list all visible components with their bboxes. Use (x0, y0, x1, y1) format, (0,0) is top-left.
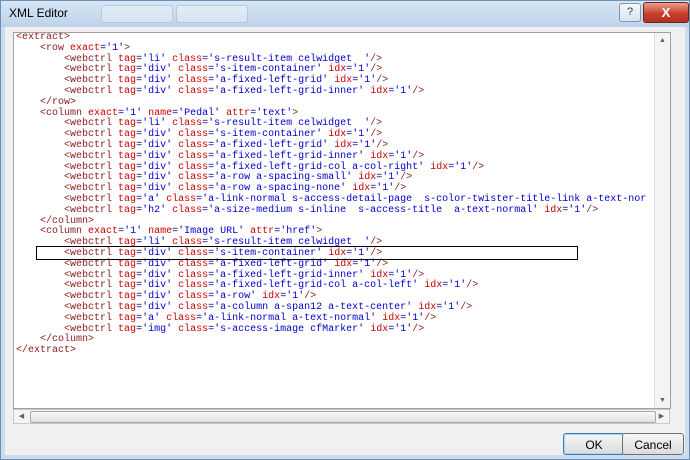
highlighted-line-box (36, 246, 578, 260)
xml-code: <extract> <row exact='1'> <webctrl tag='… (16, 33, 646, 357)
background-tab (101, 5, 173, 23)
xml-text-area[interactable]: <extract> <row exact='1'> <webctrl tag='… (13, 32, 671, 409)
scroll-right-icon[interactable]: ▶ (654, 410, 669, 423)
help-button[interactable]: ? (619, 3, 641, 22)
xml-line: </column> (40, 334, 95, 346)
scroll-up-icon[interactable]: ▲ (655, 33, 670, 48)
xml-line: </extract> (16, 345, 77, 357)
xml-editor-window: XML Editor ? X <extract> <row exact='1'>… (0, 0, 690, 460)
background-tab (176, 5, 248, 23)
xml-line: <webctrl tag='div' class='a-fixed-left-g… (64, 85, 425, 97)
scroll-down-icon[interactable]: ▼ (655, 393, 670, 408)
close-button[interactable]: X (643, 2, 689, 23)
window-title: XML Editor (9, 6, 68, 20)
horizontal-scrollbar[interactable]: ◀ ▶ (13, 409, 670, 424)
scroll-left-icon[interactable]: ◀ (14, 410, 29, 423)
horizontal-scroll-thumb[interactable] (30, 411, 656, 423)
ok-button[interactable]: OK (563, 433, 625, 455)
vertical-scrollbar[interactable]: ▲ ▼ (654, 33, 670, 408)
xml-line: <webctrl tag='img' class='s-access-image… (64, 323, 425, 335)
dialog-body: <extract> <row exact='1'> <webctrl tag='… (5, 27, 685, 455)
cancel-button[interactable]: Cancel (622, 433, 684, 455)
title-bar[interactable]: XML Editor ? X (1, 1, 689, 27)
xml-line: <webctrl tag='h2' class='a-size-medium s… (64, 204, 599, 216)
